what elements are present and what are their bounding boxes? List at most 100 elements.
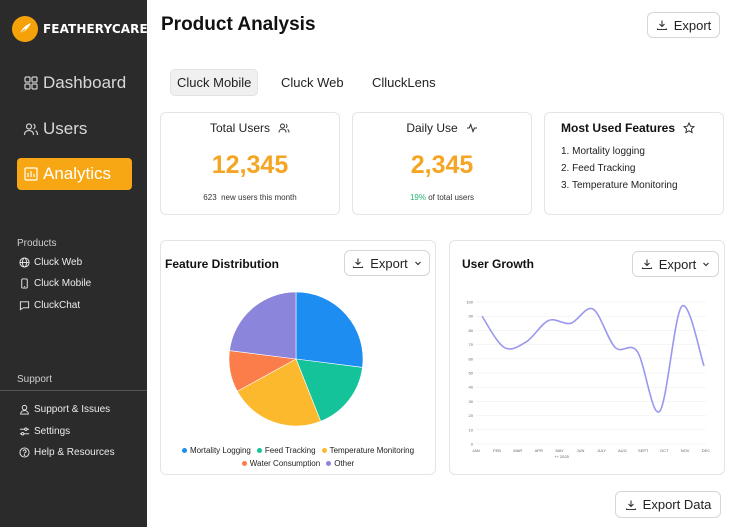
users-icon: [23, 121, 39, 137]
x-tick-label: DEC: [702, 448, 711, 453]
export-data-button[interactable]: Export Data: [615, 491, 721, 518]
y-tick-label: 50: [469, 371, 474, 376]
daily-use-title: Daily Use: [353, 121, 531, 135]
export-label: Export: [370, 255, 408, 271]
pie-legend-row-2: Water Consumption Other: [161, 459, 435, 468]
side-link-label: Support & Issues: [34, 404, 111, 415]
sidebar-settings[interactable]: Settings: [19, 426, 70, 437]
list-item: 1. Mortality logging: [561, 146, 645, 157]
total-users-title: Total Users: [161, 121, 339, 135]
products-section-label: Products: [17, 238, 57, 249]
header-export-button[interactable]: Export: [647, 12, 720, 38]
user-growth-export-button[interactable]: Export: [632, 251, 719, 277]
help-icon: [19, 447, 30, 458]
legend-item: Water Consumption: [241, 459, 320, 468]
most-used-list: 1. Mortality logging 2. Feed Tracking 3.…: [561, 146, 678, 197]
user-growth-panel: User Growth Export 0 10 20 30 40 50 60 70 80 90 10…: [449, 240, 725, 475]
x-tick-label: MAY: [555, 448, 564, 453]
y-tick-label: 90: [469, 314, 474, 319]
y-tick-label: 30: [469, 399, 474, 404]
daily-use-card: Daily Use 2,345 19% of total users: [352, 112, 532, 215]
nav-item-users[interactable]: Users: [17, 113, 132, 145]
feature-distribution-export-button[interactable]: Export: [344, 250, 430, 276]
y-tick-label: 80: [469, 328, 474, 333]
globe-icon: [19, 257, 30, 268]
legend-label: Feed Tracking: [264, 446, 316, 455]
x-tick-label: FEB: [493, 448, 501, 453]
sidebar-help-resources[interactable]: Help & Resources: [19, 447, 115, 458]
star-icon: [683, 122, 696, 134]
y-tick-label: 20: [469, 413, 474, 418]
x-axis-caption: ++ 2025: [554, 454, 569, 459]
x-tick-label: NOV: [681, 448, 690, 453]
feature-distribution-pie: [228, 291, 364, 427]
x-tick-label: AUG: [618, 448, 627, 453]
sidebar-product-cluckchat[interactable]: CluckChat: [19, 300, 80, 311]
user-growth-title: User Growth: [462, 257, 535, 271]
legend-dot: [321, 448, 327, 453]
legend-label: Other: [334, 459, 355, 468]
y-tick-label: 0: [471, 442, 474, 447]
sidebar-support-issues[interactable]: Support & Issues: [19, 404, 110, 415]
total-users-value: 12,345: [211, 151, 289, 179]
list-item: 2. Feed Tracking: [561, 163, 636, 174]
side-link-label: Settings: [34, 426, 71, 437]
export-label: Export: [673, 17, 712, 33]
most-used-features-card: Most Used Features 1. Mortality logging …: [544, 112, 724, 215]
brand-logo[interactable]: FEATHERYCARE: [12, 16, 148, 42]
new-users-text: new users this month: [221, 193, 297, 202]
side-link-label: Cluck Mobile: [34, 278, 92, 289]
pie-slice: [295, 291, 364, 368]
activity-icon: [466, 122, 478, 134]
x-tick-label: JAN: [472, 448, 480, 453]
most-used-title: Most Used Features: [561, 121, 696, 135]
nav-label: Dashboard: [43, 73, 127, 92]
legend-label: Temperature Monitoring: [329, 446, 415, 455]
tab-cluck-mobile[interactable]: Cluck Mobile: [170, 69, 259, 96]
legend-item: Feed Tracking: [256, 446, 316, 455]
sidebar-product-cluck-mobile[interactable]: Cluck Mobile: [19, 278, 91, 289]
sidebar-product-cluck-web[interactable]: Cluck Web: [19, 257, 82, 268]
chevron-down-icon: [414, 259, 422, 267]
stat-title-label: Total Users: [209, 121, 271, 135]
nav-item-analytics[interactable]: Analytics: [17, 158, 132, 190]
pie-legend: Mortality Logging Feed Tracking Temperat…: [161, 446, 435, 455]
new-users-count: 623: [203, 193, 217, 202]
legend-label: Mortality Logging: [189, 446, 251, 455]
feather-logo-icon: [12, 16, 38, 42]
export-data-label: Export Data: [642, 497, 712, 512]
support-section-label: Support: [17, 374, 53, 385]
users-icon: [278, 122, 290, 134]
total-users-sub: 623 new users this month: [161, 193, 339, 202]
y-tick-label: 100: [466, 300, 473, 305]
tab-cluck-web[interactable]: Cluck Web: [275, 69, 350, 96]
list-item: 3. Temperature Monitoring: [561, 180, 678, 191]
side-link-label: CluckChat: [34, 300, 81, 311]
tab-clucklens[interactable]: ClluckLens: [366, 69, 442, 96]
daily-use-value: 2,345: [410, 151, 474, 179]
user-growth-line-chart: 0 10 20 30 40 50 60 70 80 90 100 JAN FEB MAR APR MAY JUN…: [466, 300, 711, 460]
pie-slice: [229, 291, 297, 360]
support-icon: [19, 404, 30, 415]
side-link-label: Cluck Web: [34, 257, 83, 268]
y-tick-label: 40: [469, 385, 474, 390]
sidebar-divider: [0, 390, 147, 391]
legend-dot: [256, 448, 262, 453]
grid-icon: [23, 75, 39, 91]
legend-item: Mortality Logging: [181, 446, 251, 455]
feature-distribution-panel: Feature Distribution Export Mortality Lo…: [160, 240, 436, 475]
y-tick-label: 60: [469, 356, 474, 361]
chat-icon: [19, 300, 30, 311]
chevron-down-icon: [702, 260, 710, 268]
legend-dot: [181, 448, 187, 453]
y-tick-label: 70: [469, 342, 474, 347]
download-icon: [352, 257, 364, 269]
daily-use-pct: 19%: [409, 193, 426, 202]
side-link-label: Help & Resources: [34, 447, 115, 458]
nav-label: Users: [43, 119, 88, 138]
most-used-title-label: Most Used Features: [561, 121, 676, 135]
smartphone-icon: [19, 278, 30, 289]
sidebar: FEATHERYCARE Dashboard Users Analytics P…: [0, 0, 148, 527]
export-label: Export: [658, 256, 697, 272]
nav-item-dashboard[interactable]: Dashboard: [17, 67, 132, 99]
